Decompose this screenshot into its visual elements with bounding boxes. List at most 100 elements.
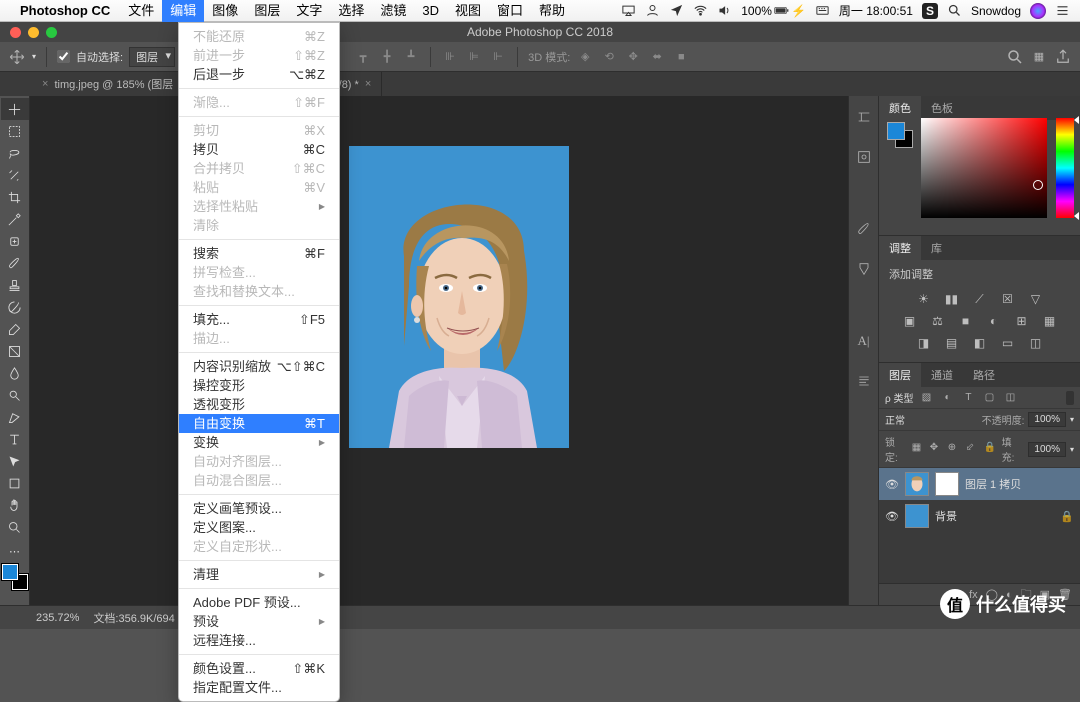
brush-settings-icon[interactable] xyxy=(853,258,875,280)
dodge-tool[interactable] xyxy=(1,384,29,406)
menu-select[interactable]: 选择 xyxy=(330,0,372,22)
layer-thumbnail[interactable] xyxy=(905,504,929,528)
menu-window[interactable]: 窗口 xyxy=(489,0,531,22)
user-menu-icon[interactable] xyxy=(645,3,660,18)
move-tool-icon[interactable] xyxy=(8,48,26,66)
tab-paths[interactable]: 路径 xyxy=(963,363,1005,387)
lock-nest-icon[interactable]: ⬃ xyxy=(966,442,980,456)
menu-filter[interactable]: 滤镜 xyxy=(372,0,414,22)
battery-icon[interactable]: 100%⚡ xyxy=(741,3,806,18)
photo-filter-icon[interactable]: ◐ xyxy=(985,313,1003,329)
zoom-level[interactable]: 235.72% xyxy=(36,612,79,624)
lookup-icon[interactable]: ▦ xyxy=(1041,313,1059,329)
color-swatch[interactable] xyxy=(887,122,913,148)
gradient-tool[interactable] xyxy=(1,340,29,362)
username[interactable]: Snowdog xyxy=(971,4,1021,18)
posterize-icon[interactable]: ▤ xyxy=(943,335,961,351)
layer-row[interactable]: 👁 图层 1 拷贝 xyxy=(879,468,1080,500)
properties-panel-icon[interactable] xyxy=(853,146,875,168)
menu-layer[interactable]: 图层 xyxy=(246,0,288,22)
filter-adjust-icon[interactable]: ◐ xyxy=(939,391,955,405)
airplay-icon[interactable] xyxy=(621,3,636,18)
3d-icon[interactable]: ⟲ xyxy=(600,48,618,66)
align-bottom-icon[interactable]: ┻ xyxy=(402,48,420,66)
spotlight-icon[interactable] xyxy=(947,3,962,18)
exposure-icon[interactable]: ☒ xyxy=(999,291,1017,307)
layer-thumbnail[interactable] xyxy=(905,472,929,496)
document-image[interactable] xyxy=(349,146,569,448)
invert-icon[interactable]: ◨ xyxy=(915,335,933,351)
notification-icon[interactable] xyxy=(1055,3,1070,18)
blend-mode-combo[interactable]: 正常 xyxy=(885,412,957,427)
hand-tool[interactable] xyxy=(1,494,29,516)
bw-icon[interactable]: ■ xyxy=(957,313,975,329)
align-top-icon[interactable]: ┳ xyxy=(354,48,372,66)
menu-item[interactable]: 远程连接... xyxy=(179,631,339,650)
threshold-icon[interactable]: ◧ xyxy=(971,335,989,351)
character-panel-icon[interactable]: A| xyxy=(853,330,875,352)
menu-help[interactable]: 帮助 xyxy=(531,0,573,22)
wand-tool[interactable] xyxy=(1,164,29,186)
menu-item[interactable]: 预设 xyxy=(179,612,339,631)
visibility-icon[interactable]: 👁 xyxy=(885,478,899,491)
close-tab-icon[interactable]: × xyxy=(365,78,371,90)
menu-image[interactable]: 图像 xyxy=(204,0,246,22)
3d-icon[interactable]: ✥ xyxy=(624,48,642,66)
filter-toggle[interactable] xyxy=(1066,391,1074,405)
lock-artboard-icon[interactable]: ⊕ xyxy=(948,442,962,456)
foreground-background-colors[interactable] xyxy=(2,564,28,590)
lock-all-icon[interactable]: 🔒 xyxy=(984,442,998,456)
auto-select-combo[interactable]: 图层 xyxy=(129,47,175,67)
zoom-tool[interactable] xyxy=(1,516,29,538)
doc-size[interactable]: 文档:356.9K/694 xyxy=(93,610,174,626)
vibrance-icon[interactable]: ▽ xyxy=(1027,291,1045,307)
mixer-icon[interactable]: ⊞ xyxy=(1013,313,1031,329)
move-tool[interactable] xyxy=(1,98,29,120)
search-icon[interactable] xyxy=(1006,48,1024,66)
color-picker-field[interactable] xyxy=(921,118,1047,218)
lock-position-icon[interactable]: ✥ xyxy=(930,442,944,456)
brightness-icon[interactable]: ☀ xyxy=(915,291,933,307)
history-brush-tool[interactable] xyxy=(1,296,29,318)
layer-mask-thumbnail[interactable] xyxy=(935,472,959,496)
heal-tool[interactable] xyxy=(1,230,29,252)
app-icon-1[interactable]: S xyxy=(922,3,938,19)
menu-view[interactable]: 视图 xyxy=(447,0,489,22)
distribute-icon[interactable]: ⊩ xyxy=(489,48,507,66)
tab-color[interactable]: 颜色 xyxy=(879,96,921,120)
tab-channels[interactable]: 通道 xyxy=(921,363,963,387)
3d-icon[interactable]: ⬌ xyxy=(648,48,666,66)
layer-name[interactable]: 背景 xyxy=(935,508,957,524)
path-tool[interactable] xyxy=(1,450,29,472)
3d-icon[interactable]: ◈ xyxy=(576,48,594,66)
menu-item[interactable]: 定义图案... xyxy=(179,518,339,537)
hue-icon[interactable]: ▣ xyxy=(901,313,919,329)
levels-icon[interactable]: ▮▮ xyxy=(943,291,961,307)
tab-swatches[interactable]: 色板 xyxy=(921,96,963,120)
shape-tool[interactable] xyxy=(1,472,29,494)
app-name[interactable]: Photoshop CC xyxy=(20,3,110,18)
curves-icon[interactable]: ⟋ xyxy=(971,291,989,307)
menu-item[interactable]: 后退一步⌥⌘Z xyxy=(179,65,339,84)
filter-pixel-icon[interactable]: ▧ xyxy=(918,391,934,405)
tab-adjustments[interactable]: 调整 xyxy=(879,236,921,260)
balance-icon[interactable]: ⚖ xyxy=(929,313,947,329)
workspace-icon[interactable]: ▦ xyxy=(1030,48,1048,66)
canvas[interactable] xyxy=(30,96,848,605)
distribute-icon[interactable]: ⊪ xyxy=(441,48,459,66)
siri-icon[interactable] xyxy=(1030,3,1046,19)
menu-item[interactable]: 颜色设置...⇧⌘K xyxy=(179,659,339,678)
eraser-tool[interactable] xyxy=(1,318,29,340)
filter-smart-icon[interactable]: ◫ xyxy=(1002,391,1018,405)
type-tool[interactable] xyxy=(1,428,29,450)
minimize-icon[interactable] xyxy=(28,27,39,38)
location-icon[interactable] xyxy=(669,3,684,18)
visibility-icon[interactable]: 👁 xyxy=(885,510,899,523)
3d-icon[interactable]: ■ xyxy=(672,48,690,66)
lock-pixels-icon[interactable]: ▦ xyxy=(912,442,926,456)
lasso-tool[interactable] xyxy=(1,142,29,164)
menu-3d[interactable]: 3D xyxy=(414,0,447,22)
stamp-tool[interactable] xyxy=(1,274,29,296)
foreground-color[interactable] xyxy=(2,564,18,580)
history-panel-icon[interactable] xyxy=(853,106,875,128)
